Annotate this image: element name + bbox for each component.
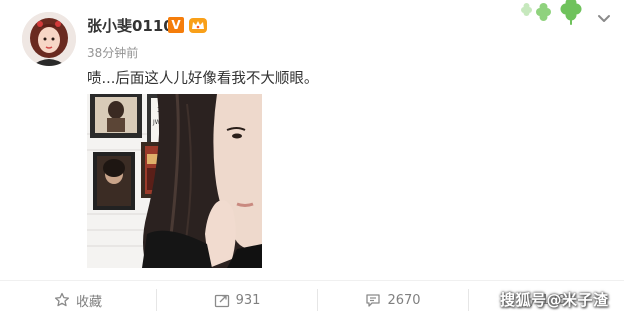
repost-icon (214, 294, 229, 308)
weibo-post-card: 张小斐0110 V 38分钟前 啧...后面这人儿好像看我不大顺眼。 3 (0, 0, 624, 319)
comment-icon (366, 294, 381, 307)
favorite-label: 收藏 (75, 294, 102, 310)
comment-button[interactable]: 2670 (318, 281, 468, 319)
avatar[interactable] (22, 12, 76, 66)
crown-badge-icon (189, 18, 207, 33)
post-photo: 34 JWAN (87, 94, 262, 268)
avatar-illustration (22, 12, 76, 66)
post-time[interactable]: 38分钟前 (87, 44, 138, 61)
post-text: 啧...后面这人儿好像看我不大顺眼。 (87, 71, 319, 87)
watermark-text: 搜狐号@米子渣 (500, 291, 609, 309)
repost-button[interactable]: 931 (157, 281, 317, 319)
favorite-button[interactable]: 收藏 (0, 281, 156, 319)
star-icon (54, 292, 70, 307)
author-name[interactable]: 张小斐0110 (87, 15, 174, 36)
repost-count: 931 (235, 292, 261, 308)
comment-count: 2670 (387, 292, 421, 308)
verified-badge-icon: V (168, 17, 184, 33)
post-image[interactable]: 34 JWAN (87, 94, 262, 268)
chevron-down-icon[interactable] (596, 10, 612, 26)
clover-decoration-icon (521, 0, 582, 25)
